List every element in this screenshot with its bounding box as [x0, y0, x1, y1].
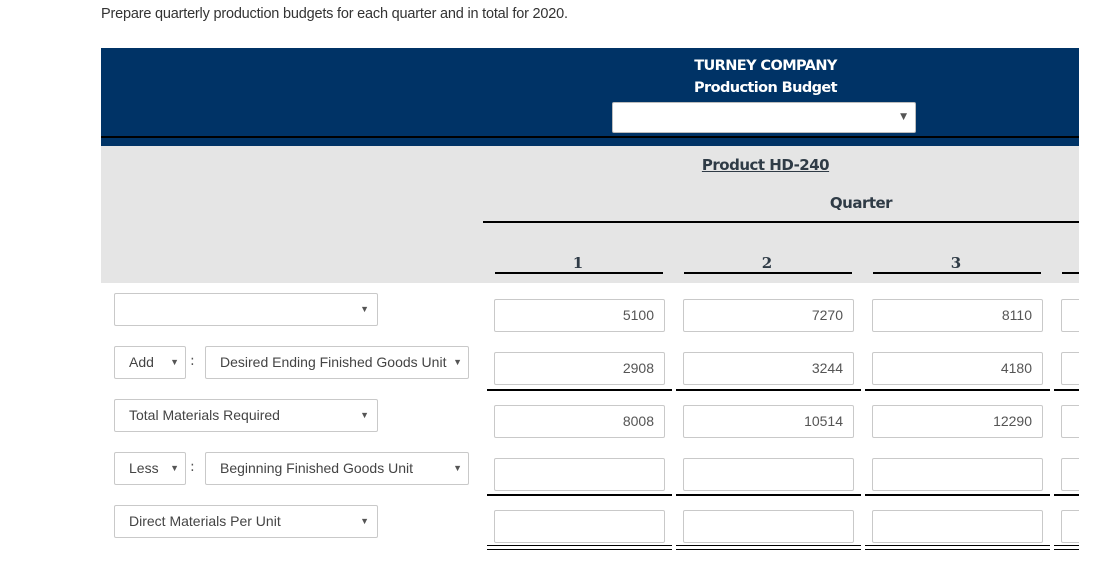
- colon-separator: :: [190, 353, 195, 369]
- row-4-label: Beginning Finished Goods Unit: [220, 460, 414, 476]
- row-4-label-select[interactable]: Beginning Finished Goods Unit ▼: [205, 452, 469, 485]
- row-2-label: Desired Ending Finished Goods Unit: [220, 354, 447, 370]
- row-3-label: Total Materials Required: [129, 407, 280, 423]
- row-3-q3-input[interactable]: 12290: [872, 405, 1043, 438]
- row-2-label-select[interactable]: Desired Ending Finished Goods Unit ▼: [205, 346, 469, 379]
- quarter-3-underline: [873, 272, 1041, 274]
- row-2-q3-underline: [865, 389, 1050, 391]
- quarter-1-underline: [495, 272, 663, 274]
- quarter-1-header: 1: [572, 254, 584, 272]
- caret-down-icon: ▼: [360, 516, 369, 526]
- caret-down-icon: ▼: [170, 357, 179, 367]
- row-3-q2-input[interactable]: 10514: [683, 405, 854, 438]
- row-5-q1-input[interactable]: [494, 510, 665, 543]
- row-5-q2-input[interactable]: [683, 510, 854, 543]
- company-name: TURNEY COMPANY: [694, 58, 837, 74]
- row-2-q3-input[interactable]: 4180: [872, 352, 1043, 385]
- caret-down-icon: ▼: [453, 357, 462, 367]
- row-4-q2-input[interactable]: [683, 458, 854, 491]
- row-1-label-select[interactable]: ▼: [114, 293, 378, 326]
- row-2-q1-underline: [487, 389, 672, 391]
- row-5-q3-input[interactable]: [872, 510, 1043, 543]
- caret-down-icon: ▼: [170, 463, 179, 473]
- row-5-q4-double-underline: [1054, 545, 1079, 550]
- row-5-q1-double-underline: [487, 545, 672, 550]
- row-2-q4-underline: [1054, 389, 1079, 391]
- row-2-q1-input[interactable]: 2908: [494, 352, 665, 385]
- row-2-q2-input[interactable]: 3244: [683, 352, 854, 385]
- row-4-operator-select[interactable]: Less ▼: [114, 452, 186, 485]
- row-5-q3-double-underline: [865, 545, 1050, 550]
- period-select[interactable]: ▼: [612, 102, 916, 133]
- product-label: Product HD-240: [701, 156, 830, 174]
- row-4-q2-underline: [676, 494, 861, 496]
- row-5-q2-double-underline: [676, 545, 861, 550]
- row-4-q3-underline: [865, 494, 1050, 496]
- row-1-q2-input[interactable]: 7270: [683, 299, 854, 332]
- quarter-4-header: 4: [1060, 254, 1079, 272]
- row-5-label-select[interactable]: Direct Materials Per Unit ▼: [114, 505, 378, 538]
- colon-separator: :: [190, 459, 195, 475]
- header-divider: [101, 136, 1079, 138]
- row-2-q4-input[interactable]: [1061, 352, 1079, 385]
- row-4-q4-underline: [1054, 494, 1079, 496]
- row-2-operator-select[interactable]: Add ▼: [114, 346, 186, 379]
- caret-down-icon: ▼: [360, 304, 369, 314]
- row-3-q4-input[interactable]: [1061, 405, 1079, 438]
- report-header: TURNEY COMPANY Production Budget ▼: [101, 48, 1079, 146]
- column-header: Product HD-240 Quarter 1 2 3 4: [101, 146, 1079, 283]
- budget-panel: TURNEY COMPANY Production Budget ▼ Produ…: [101, 48, 1079, 563]
- caret-down-icon: ▼: [360, 410, 369, 420]
- instruction-text: Prepare quarterly production budgets for…: [101, 6, 568, 22]
- row-5-q4-input[interactable]: [1061, 510, 1079, 543]
- quarter-4-underline: [1062, 272, 1079, 274]
- row-2-operator: Add: [129, 354, 154, 370]
- row-4-q4-input[interactable]: [1061, 458, 1079, 491]
- row-3-label-select[interactable]: Total Materials Required ▼: [114, 399, 378, 432]
- quarter-3-header: 3: [950, 254, 962, 272]
- quarter-label: Quarter: [829, 194, 893, 212]
- row-1-q4-input[interactable]: [1061, 299, 1079, 332]
- caret-down-icon: ▼: [453, 463, 462, 473]
- caret-down-icon: ▼: [900, 112, 907, 122]
- quarter-divider: [483, 221, 1079, 223]
- row-1-q3-input[interactable]: 8110: [872, 299, 1043, 332]
- row-4-q1-underline: [487, 494, 672, 496]
- row-5-label: Direct Materials Per Unit: [129, 513, 281, 529]
- quarter-2-underline: [684, 272, 852, 274]
- row-3-q1-input[interactable]: 8008: [494, 405, 665, 438]
- row-4-q1-input[interactable]: [494, 458, 665, 491]
- row-4-operator: Less: [129, 460, 159, 476]
- report-title: Production Budget: [694, 80, 838, 96]
- row-1-q1-input[interactable]: 5100: [494, 299, 665, 332]
- row-2-q2-underline: [676, 389, 861, 391]
- row-4-q3-input[interactable]: [872, 458, 1043, 491]
- quarter-2-header: 2: [761, 254, 773, 272]
